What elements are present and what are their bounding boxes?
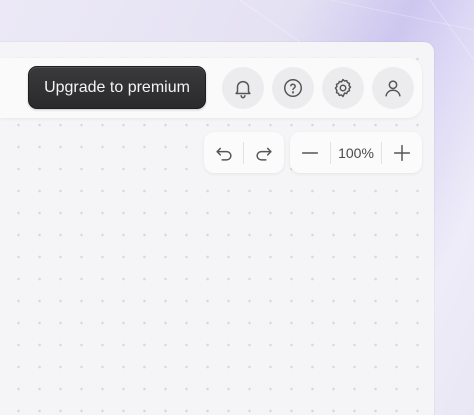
plus-icon (393, 144, 411, 161)
settings-button[interactable] (322, 67, 364, 109)
question-circle-icon (284, 79, 302, 97)
zoom-level[interactable]: 100% (331, 132, 381, 173)
undo-button[interactable] (204, 132, 243, 173)
undo-arrow-icon (215, 147, 232, 161)
help-button[interactable] (272, 67, 314, 109)
bell-icon (235, 80, 251, 99)
history-controls (204, 132, 284, 173)
upgrade-to-premium-button[interactable]: Upgrade to premium (28, 66, 206, 109)
account-button[interactable] (372, 67, 414, 109)
zoom-in-button[interactable] (382, 132, 422, 173)
minus-icon (301, 151, 319, 154)
user-icon (385, 80, 401, 97)
notifications-button[interactable] (222, 67, 264, 109)
zoom-controls: 100% (290, 132, 422, 173)
zoom-level-text: 100% (338, 144, 374, 161)
gear-icon (334, 78, 352, 98)
redo-button[interactable] (244, 132, 284, 173)
zoom-out-button[interactable] (290, 132, 330, 173)
redo-arrow-icon (256, 147, 272, 161)
